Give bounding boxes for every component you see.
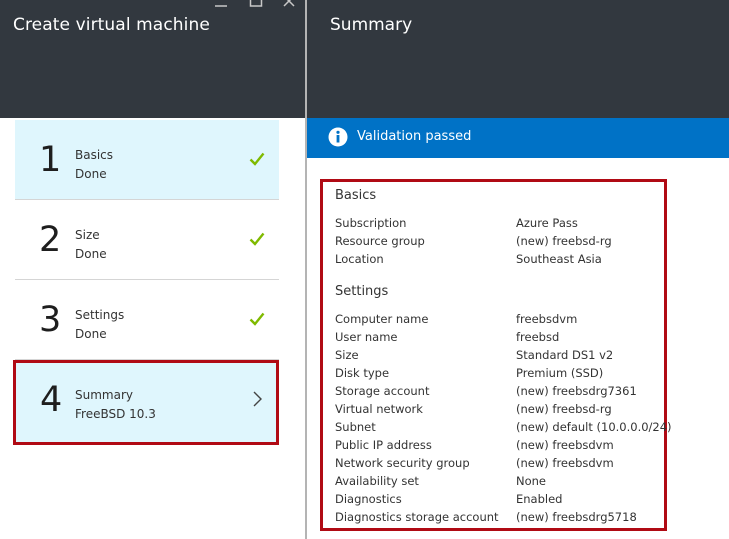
info-icon [328, 127, 348, 147]
step-size[interactable]: 2 Size Done [15, 200, 279, 280]
summary-value: (new) freebsdvm [516, 456, 614, 470]
summary-row: Diagnostics Enabled [335, 492, 665, 510]
step-status: FreeBSD 10.3 [75, 407, 156, 421]
summary-value: Premium (SSD) [516, 366, 604, 380]
summary-row: Size Standard DS1 v2 [335, 348, 665, 366]
summary-value: Azure Pass [516, 216, 578, 230]
summary-key: Location [335, 252, 384, 266]
blade-title: Create virtual machine [13, 15, 210, 35]
summary-key: Subscription [335, 216, 407, 230]
summary-key: User name [335, 330, 398, 344]
summary-row: Virtual network (new) freebsd-rg [335, 402, 665, 420]
minimize-icon[interactable] [214, 0, 228, 8]
summary-value: Enabled [516, 492, 563, 506]
step-number: 4 [40, 380, 63, 420]
step-number: 3 [39, 300, 62, 340]
summary-row: Resource group (new) freebsd-rg [335, 234, 665, 252]
summary-row: Network security group (new) freebsdvm [335, 456, 665, 474]
step-settings[interactable]: 3 Settings Done [15, 280, 279, 360]
summary-value: (new) freebsdrg7361 [516, 384, 637, 398]
summary-value: (new) freebsd-rg [516, 402, 612, 416]
summary-key: Diagnostics storage account [335, 510, 499, 524]
summary-value: (new) freebsdvm [516, 438, 614, 452]
summary-key: Subnet [335, 420, 376, 434]
summary-row: Subnet (new) default (10.0.0.0/24) [335, 420, 672, 438]
summary-details: Basics Subscription Azure Pass Resource … [320, 179, 672, 531]
maximize-icon[interactable] [249, 0, 263, 8]
summary-row: Availability set None [335, 474, 665, 492]
close-icon[interactable] [283, 0, 297, 8]
summary-value: (new) default (10.0.0.0/24) [516, 420, 672, 434]
step-summary[interactable]: 4 Summary FreeBSD 10.3 [13, 360, 279, 445]
summary-value: freebsdvm [516, 312, 578, 326]
summary-value: None [516, 474, 547, 488]
summary-row: User name freebsd [335, 330, 665, 348]
summary-key: Availability set [335, 474, 419, 488]
checkmark-icon [249, 312, 265, 326]
blade-title: Summary [330, 15, 413, 35]
checkmark-icon [249, 232, 265, 246]
summary-value: freebsd [516, 330, 560, 344]
step-basics[interactable]: 1 Basics Done [15, 120, 279, 200]
summary-row: Location Southeast Asia [335, 252, 665, 270]
summary-key: Diagnostics [335, 492, 402, 506]
validation-banner: Validation passed [307, 118, 729, 158]
chevron-right-icon [253, 391, 262, 407]
step-title: Basics [75, 148, 114, 162]
summary-row: Subscription Azure Pass [335, 216, 665, 234]
summary-key: Network security group [335, 456, 470, 470]
checkmark-icon [249, 152, 265, 166]
summary-row: Computer name freebsdvm [335, 312, 665, 330]
steps-panel: 1 Basics Done 2 Size Done 3 Settings Don… [0, 118, 306, 539]
summary-row: Disk type Premium (SSD) [335, 366, 665, 384]
summary-row: Public IP address (new) freebsdvm [335, 438, 665, 456]
step-number: 1 [39, 140, 62, 180]
summary-value: (new) freebsdrg5718 [516, 510, 637, 524]
step-status: Done [75, 247, 107, 261]
summary-key: Virtual network [335, 402, 423, 416]
step-title: Summary [75, 388, 133, 402]
summary-key: Size [335, 348, 359, 362]
section-title-basics: Basics [335, 188, 377, 203]
summary-blade-header: Summary [307, 0, 729, 118]
summary-row: Storage account (new) freebsdrg7361 [335, 384, 665, 402]
summary-key: Resource group [335, 234, 425, 248]
create-vm-blade-header: Create virtual machine [0, 0, 306, 118]
step-title: Size [75, 228, 100, 242]
step-status: Done [75, 167, 107, 181]
step-title: Settings [75, 308, 125, 322]
step-number: 2 [39, 220, 62, 260]
summary-row: Diagnostics storage account (new) freebs… [335, 510, 665, 528]
step-status: Done [75, 327, 107, 341]
summary-key: Disk type [335, 366, 390, 380]
summary-key: Computer name [335, 312, 429, 326]
summary-value: Standard DS1 v2 [516, 348, 614, 362]
section-title-settings: Settings [335, 284, 389, 299]
summary-key: Storage account [335, 384, 430, 398]
summary-value: (new) freebsd-rg [516, 234, 612, 248]
summary-value: Southeast Asia [516, 252, 602, 266]
validation-message: Validation passed [357, 129, 472, 144]
summary-key: Public IP address [335, 438, 432, 452]
